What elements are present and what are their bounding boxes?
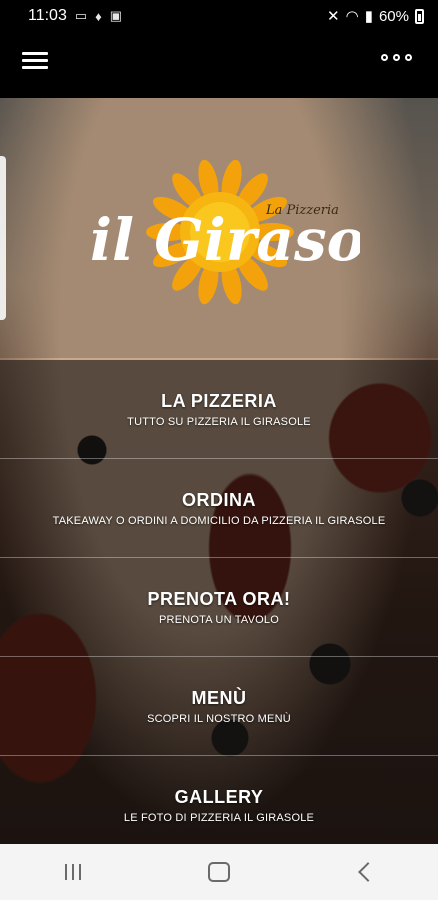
main-content: il Girasole La Pizzeria LA PIZZERIA TUTT… xyxy=(0,98,438,844)
home-icon[interactable] xyxy=(189,852,249,892)
mute-icon: ✕ xyxy=(327,8,340,25)
logo: il Girasole La Pizzeria xyxy=(90,159,360,305)
logo-script: La Pizzeria xyxy=(265,203,339,218)
menu-item-title: PRENOTA ORA! xyxy=(147,588,291,609)
wifi-icon: ◠ xyxy=(345,8,359,25)
menu-item-subtitle: TUTTO SU PIZZERIA IL GIRASOLE xyxy=(127,415,311,428)
menu-item-subtitle: SCOPRI IL NOSTRO MENÙ xyxy=(147,712,291,725)
recents-icon[interactable] xyxy=(43,852,103,892)
system-nav-bar xyxy=(0,844,438,900)
menu-item-title: MENÙ xyxy=(191,687,247,708)
menu-item-gallery[interactable]: GALLERY LE FOTO DI PIZZERIA IL GIRASOLE xyxy=(0,756,438,844)
menu-item-ordina[interactable]: ORDINA TAKEAWAY O ORDINI A DOMICILIO DA … xyxy=(0,459,438,558)
status-bar: 11:03 ▭ ♦ ▣ ✕ ◠ ▮ 60% xyxy=(0,0,438,32)
menu-item-title: LA PIZZERIA xyxy=(161,390,277,411)
status-time: 11:03 xyxy=(28,7,67,24)
menu-item-title: ORDINA xyxy=(182,489,256,510)
notification-icon: ♦ xyxy=(95,8,102,24)
signal-icon: ▮ xyxy=(364,8,373,25)
menu-item-menu[interactable]: MENÙ SCOPRI IL NOSTRO MENÙ xyxy=(0,657,438,756)
message-icon: ▣ xyxy=(109,8,123,23)
menu-item-prenota[interactable]: PRENOTA ORA! PRENOTA UN TAVOLO xyxy=(0,558,438,657)
menu-item-title: GALLERY xyxy=(174,786,264,807)
battery-level: 60% xyxy=(378,7,409,25)
battery-icon xyxy=(415,8,424,24)
menu-item-subtitle: TAKEAWAY O ORDINI A DOMICILIO DA PIZZERI… xyxy=(52,514,386,527)
menu-item-la-pizzeria[interactable]: LA PIZZERIA TUTTO SU PIZZERIA IL GIRASOL… xyxy=(0,360,438,459)
hamburger-menu-icon[interactable] xyxy=(22,52,48,74)
main-menu: LA PIZZERIA TUTTO SU PIZZERIA IL GIRASOL… xyxy=(0,360,438,844)
menu-item-subtitle: LE FOTO DI PIZZERIA IL GIRASOLE xyxy=(123,811,315,824)
more-options-icon[interactable] xyxy=(381,54,412,61)
laptop-icon: ▭ xyxy=(74,8,88,23)
status-right: ✕ ◠ ▮ 60% xyxy=(327,7,424,25)
drawer-handle[interactable] xyxy=(0,156,6,320)
app-bar xyxy=(0,32,438,98)
back-icon[interactable] xyxy=(335,852,395,892)
status-left: 11:03 ▭ ♦ ▣ xyxy=(28,7,122,25)
menu-item-subtitle: PRENOTA UN TAVOLO xyxy=(159,613,279,626)
